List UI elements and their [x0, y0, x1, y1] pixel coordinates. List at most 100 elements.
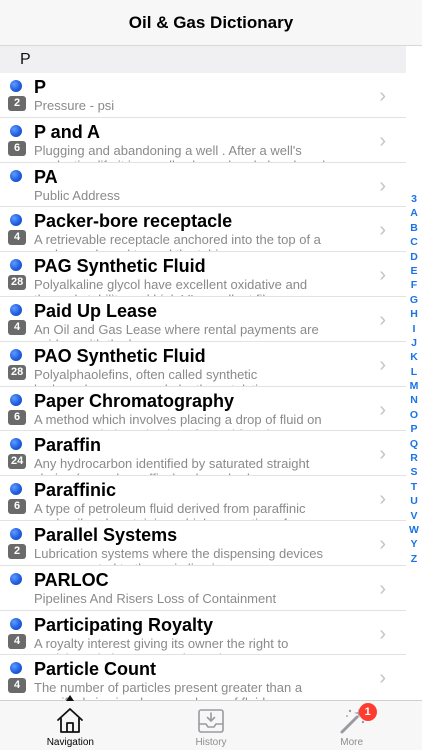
index-letter[interactable]: J [411, 336, 417, 350]
term-definition: Public Address [34, 187, 120, 203]
tab-navigation[interactable]: Navigation [0, 695, 141, 750]
index-letter[interactable]: W [409, 523, 419, 537]
term-definition: Pipelines And Risers Loss of Containment [34, 590, 277, 606]
page-title: Oil & Gas Dictionary [128, 12, 294, 32]
index-letter[interactable]: G [410, 293, 418, 307]
magic-wand-icon: 1 [337, 703, 377, 735]
blue-dot-icon [10, 662, 22, 675]
index-letter[interactable]: H [410, 307, 418, 321]
count-badge: 24 [8, 454, 27, 470]
list-item[interactable]: 2 P Pressure - psi › [0, 73, 406, 118]
notification-badge: 1 [358, 703, 377, 721]
list-item[interactable]: 4 Packer-bore receptacle A retrievable rec… [0, 207, 406, 253]
blue-dot-icon [10, 259, 22, 272]
index-letter[interactable]: Z [411, 552, 417, 566]
index-letter[interactable]: C [410, 235, 418, 249]
chevron-right-icon: › [379, 488, 386, 511]
blue-dot-icon [10, 438, 22, 451]
chevron-right-icon: › [379, 129, 386, 152]
term-title: Paraffinic [34, 480, 117, 501]
section-header-label: P [20, 50, 31, 68]
index-letter[interactable]: A [410, 206, 418, 220]
tab-label: More [340, 737, 364, 748]
chevron-right-icon: › [379, 219, 386, 242]
term-title: Parallel Systems [34, 524, 178, 545]
index-letter[interactable]: 3 [411, 192, 417, 206]
term-definition: Plugging and abandoning a well . After a… [34, 142, 325, 162]
list-item[interactable]: 6 Paper Chromatography A method which invo… [0, 387, 406, 432]
index-letter[interactable]: R [410, 451, 418, 465]
index-letter[interactable]: P [410, 422, 417, 436]
index-letter[interactable]: L [411, 365, 417, 379]
term-definition: A retrievable receptacle anchored into t… [34, 232, 321, 251]
count-badge: 2 [8, 96, 26, 111]
chevron-right-icon: › [379, 577, 386, 600]
navigation-bar: Oil & Gas Dictionary [0, 0, 422, 46]
section-header: P [0, 46, 406, 73]
count-badge: 4 [8, 633, 26, 649]
list-item[interactable]: 6 P and A Plugging and abandoning a well .… [0, 118, 406, 163]
index-letter[interactable]: B [410, 221, 418, 235]
index-letter[interactable]: Q [410, 437, 418, 451]
list-item[interactable]: 4 Participating Royalty A royalty interest… [0, 611, 406, 656]
tab-label: Navigation [46, 737, 94, 748]
term-definition: Polyalphaolefins, often called synthetic… [34, 366, 265, 386]
index-letter[interactable]: K [410, 350, 418, 364]
list-item[interactable]: 4 Paid Up Lease An Oil and Gas Lease where… [0, 297, 406, 342]
alphabet-index[interactable]: 3ABCDEFGHIJKLMNOPQRSTUVWYZ [406, 192, 422, 566]
tab-bar: Navigation History 1 More [0, 695, 422, 750]
term-definition: Lubrication systems where the dispensing… [34, 545, 324, 565]
index-letter[interactable]: T [411, 480, 417, 494]
index-letter[interactable]: D [410, 250, 418, 264]
tab-label: History [195, 737, 227, 748]
term-title: Packer-bore receptacle [34, 211, 233, 232]
chevron-right-icon: › [379, 308, 386, 331]
dictionary-list[interactable]: P 2 P Pressure - psi › 6 P and A Plugging and … [0, 46, 406, 700]
list-item[interactable]: 24 Paraffin Any hydrocarbon identified by … [0, 431, 406, 477]
count-badge: 6 [8, 140, 26, 156]
index-letter[interactable]: N [410, 393, 418, 407]
index-letter[interactable]: U [410, 494, 418, 508]
blue-dot-icon [10, 572, 22, 585]
count-badge: 28 [8, 364, 27, 380]
term-title: PAG Synthetic Fluid [34, 256, 206, 277]
list-item[interactable]: 6 Paraffinic A type of petroleum fluid der… [0, 476, 406, 521]
term-title: Paid Up Lease [34, 300, 158, 321]
tab-history[interactable]: History [141, 701, 282, 750]
index-letter[interactable]: E [410, 264, 417, 278]
count-badge: 6 [8, 499, 26, 515]
blue-dot-icon [10, 483, 22, 496]
term-definition: Any hydrocarbon identified by saturated … [34, 456, 310, 475]
count-badge: 28 [8, 275, 27, 291]
term-definition: Pressure - psi [34, 98, 115, 113]
count-badge: 4 [8, 230, 26, 246]
list-item[interactable]: PARLOC Pipelines And Risers Loss of Conta… [0, 566, 406, 611]
list-item[interactable]: 28 PAG Synthetic Fluid Polyalkaline glycol… [0, 252, 406, 297]
term-title: PARLOC [34, 569, 109, 590]
chevron-right-icon: › [379, 622, 386, 645]
index-letter[interactable]: M [410, 379, 419, 393]
index-letter[interactable]: I [413, 322, 416, 336]
list-item[interactable]: PA Public Address › [0, 163, 406, 208]
index-letter[interactable]: S [410, 465, 417, 479]
list-item[interactable]: 2 Parallel Systems Lubrication systems wh… [0, 521, 406, 566]
term-definition: An Oil and Gas Lease where rental paymen… [34, 321, 319, 341]
chevron-right-icon: › [379, 264, 386, 287]
chevron-right-icon: › [379, 174, 386, 197]
index-letter[interactable]: O [410, 408, 418, 422]
term-definition: A royalty interest giving its owner the … [34, 635, 289, 655]
term-title: Paper Chromatography [34, 390, 235, 411]
term-definition: A type of petroleum fluid derived from p… [34, 501, 306, 520]
index-letter[interactable]: Y [410, 537, 417, 551]
blue-dot-icon [10, 169, 22, 182]
term-title: P [34, 77, 47, 97]
blue-dot-icon [10, 80, 22, 92]
list-item[interactable]: 4 Particle Count The number of particles p… [0, 655, 406, 700]
list-item[interactable]: 28 PAO Synthetic Fluid Polyalphaolefins, o… [0, 342, 406, 387]
count-badge: 4 [8, 678, 26, 694]
chevron-right-icon: › [379, 667, 386, 690]
index-letter[interactable]: F [411, 278, 417, 292]
index-letter[interactable]: V [410, 509, 417, 523]
tab-more[interactable]: 1 More [281, 701, 422, 750]
term-title: Particle Count [34, 659, 157, 680]
